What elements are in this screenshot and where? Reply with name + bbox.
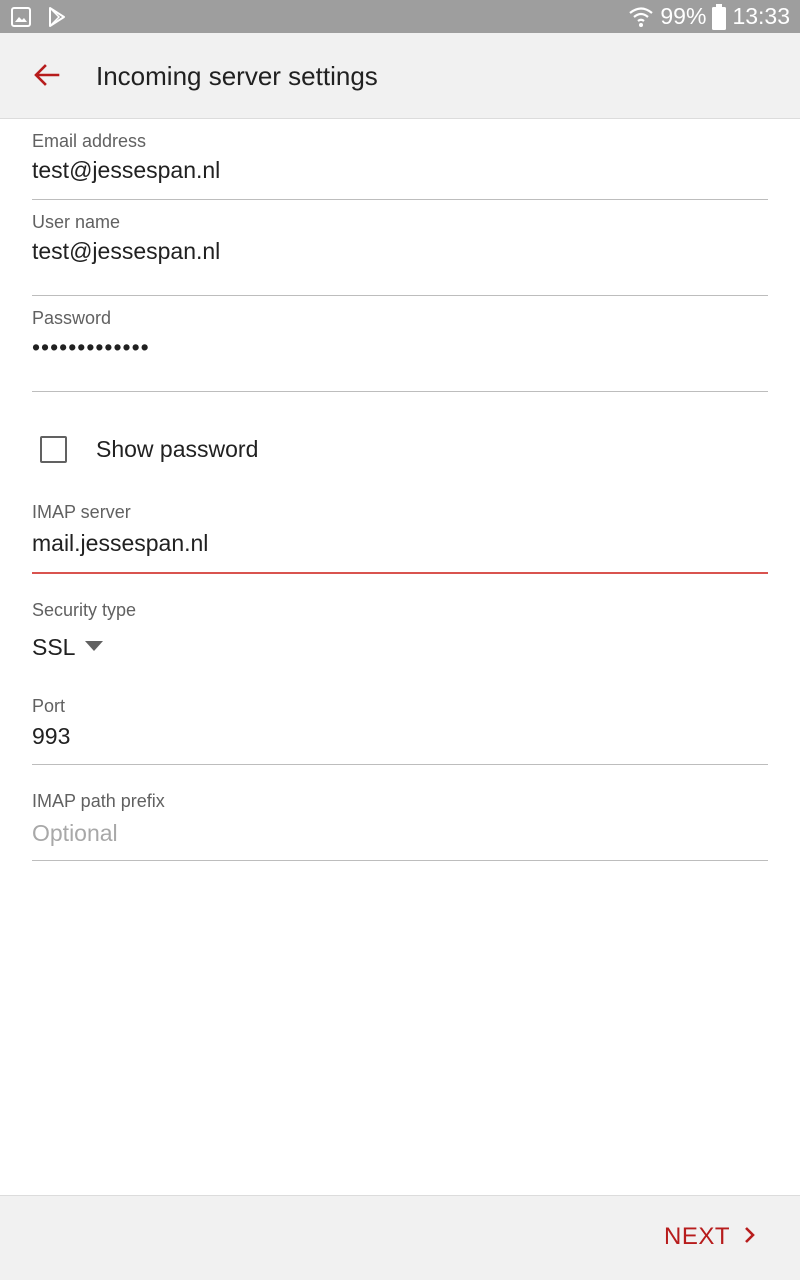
bottom-bar: NEXT xyxy=(0,1195,800,1280)
security-type-label: Security type xyxy=(32,600,137,620)
next-button[interactable]: NEXT xyxy=(664,1223,756,1251)
battery-level: 99% xyxy=(660,3,707,29)
security-type-dropdown[interactable]: SSL xyxy=(32,634,104,661)
imap-path-prefix-field[interactable]: IMAP path prefix Optional xyxy=(32,765,768,861)
page-title: Incoming server settings xyxy=(96,61,378,91)
security-type-value: SSL xyxy=(32,634,76,660)
incoming-server-form: Email address User name Password •••••••… xyxy=(32,119,768,392)
clock: 13:33 xyxy=(732,3,790,29)
wifi-icon xyxy=(628,5,654,29)
port-input[interactable] xyxy=(32,723,768,750)
port-field[interactable]: Port xyxy=(32,690,768,765)
imap-server-input[interactable] xyxy=(32,530,768,557)
username-field[interactable]: User name xyxy=(32,200,768,296)
next-label: NEXT xyxy=(663,1223,730,1250)
server-form: IMAP server xyxy=(32,494,768,574)
port-label: Port xyxy=(32,696,66,716)
port-form: Port IMAP path prefix Optional xyxy=(32,690,768,861)
password-label: Password xyxy=(32,308,112,328)
gallery-icon xyxy=(10,6,32,28)
app-bar: Incoming server settings xyxy=(0,33,800,119)
battery-icon xyxy=(712,3,727,30)
play-store-icon xyxy=(46,6,68,28)
chevron-right-icon xyxy=(744,1226,756,1249)
status-bar: 99% 13:33 xyxy=(0,0,800,33)
imap-path-prefix-input[interactable]: Optional xyxy=(32,820,768,847)
username-input[interactable] xyxy=(32,238,768,265)
email-label: Email address xyxy=(32,131,147,151)
username-label: User name xyxy=(32,212,121,232)
email-input[interactable] xyxy=(32,157,768,184)
security-type: Security type SSL xyxy=(32,598,332,668)
checkbox-unchecked-icon[interactable] xyxy=(40,436,67,463)
password-input[interactable]: ••••••••••••• xyxy=(32,334,768,361)
password-field[interactable]: Password ••••••••••••• xyxy=(32,296,768,392)
show-password-checkbox[interactable]: Show password xyxy=(32,425,768,475)
imap-server-label: IMAP server xyxy=(32,502,131,522)
dropdown-arrow-icon xyxy=(85,639,104,657)
imap-server-field[interactable]: IMAP server xyxy=(32,494,768,574)
back-button[interactable] xyxy=(22,52,72,102)
show-password-label: Show password xyxy=(96,436,259,462)
imap-path-prefix-label: IMAP path prefix xyxy=(32,791,165,811)
email-field[interactable]: Email address xyxy=(32,119,768,200)
arrow-back-icon xyxy=(34,63,60,91)
